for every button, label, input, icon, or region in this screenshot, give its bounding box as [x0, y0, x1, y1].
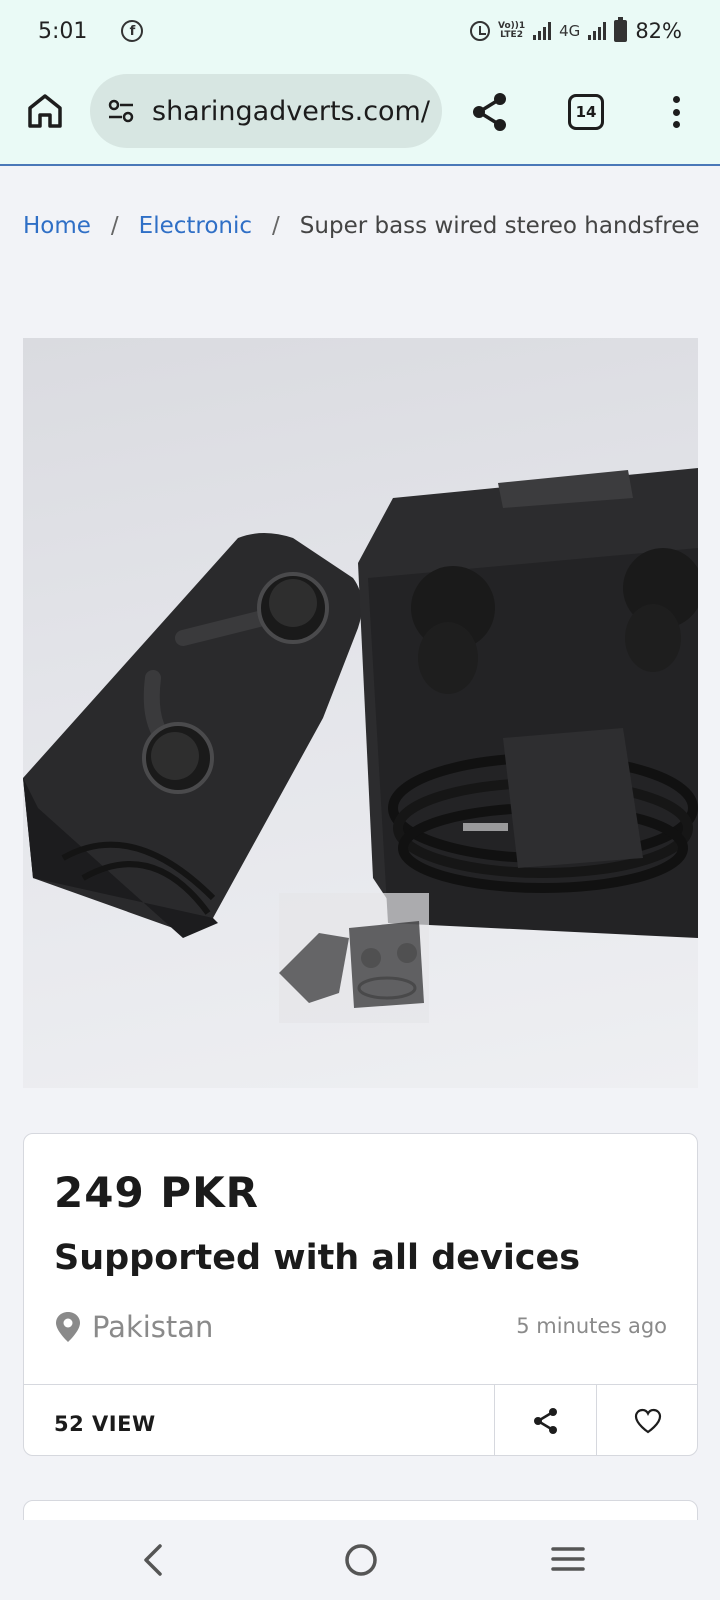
share-icon [533, 1407, 557, 1434]
listing-share-button[interactable] [494, 1385, 596, 1456]
listing-price: 249 PKR [54, 1168, 259, 1217]
view-count: 52 VIEW [54, 1412, 156, 1436]
volte-indicator: Vo))1 LTE2 [498, 22, 525, 40]
status-time: 5:01 [38, 18, 88, 44]
breadcrumb-separator: / [272, 213, 280, 239]
home-nav-button[interactable] [343, 1542, 379, 1578]
facebook-icon: f [121, 20, 144, 42]
overflow-menu-button[interactable] [664, 92, 688, 132]
image-thumbnail[interactable] [279, 893, 429, 1023]
favorite-button[interactable] [596, 1385, 698, 1456]
breadcrumb-current: Super bass wired stereo handsfree [299, 213, 700, 239]
breadcrumb-home[interactable]: Home [23, 213, 91, 239]
address-bar[interactable]: sharingadverts.com/ [90, 74, 442, 148]
signal-icon-2 [588, 22, 607, 40]
menu-dot [672, 121, 680, 128]
tab-count: 14 [575, 103, 597, 121]
listing-location: Pakistan [54, 1310, 213, 1344]
back-icon [144, 1544, 162, 1576]
listing-headline: Supported with all devices [54, 1238, 581, 1278]
browser-toolbar: sharingadverts.com/ 14 [0, 62, 720, 166]
menu-dot [672, 108, 680, 116]
recents-button[interactable] [550, 1544, 586, 1574]
share-icon [473, 93, 506, 131]
menu-dot [672, 96, 680, 103]
location-pin-icon [56, 1312, 80, 1342]
listing-info-card: 249 PKR Supported with all devices Pakis… [23, 1133, 698, 1456]
home-button[interactable] [24, 90, 66, 132]
posted-time: 5 minutes ago [516, 1314, 667, 1338]
location-text: Pakistan [92, 1310, 214, 1344]
volte-line2: LTE2 [500, 30, 523, 40]
breadcrumb-separator: / [110, 213, 119, 239]
url-text: sharingadverts.com/ [152, 95, 430, 127]
share-button[interactable] [470, 91, 510, 133]
network-type: 4G [559, 22, 581, 40]
thumbnail-illustration [279, 921, 424, 1008]
home-circle-icon [345, 1544, 377, 1576]
site-settings-icon[interactable] [106, 96, 136, 126]
home-icon [28, 94, 62, 128]
alarm-icon [469, 21, 490, 41]
breadcrumb-category[interactable]: Electronic [139, 213, 252, 239]
product-image[interactable] [23, 338, 698, 1088]
status-indicators: Vo))1 LTE2 4G 82% [469, 17, 682, 43]
status-bar: 5:01 f Vo))1 LTE2 4G 82% [0, 0, 720, 62]
tab-switcher-button[interactable]: 14 [568, 94, 604, 130]
signal-icon [533, 22, 552, 40]
battery-icon [614, 17, 628, 42]
heart-icon [634, 1408, 661, 1433]
breadcrumb: Home / Electronic / Super bass wired ste… [23, 213, 700, 239]
menu-lines-icon [551, 1547, 585, 1571]
back-button[interactable] [138, 1540, 168, 1580]
system-navigation-bar [0, 1520, 720, 1600]
battery-level: 82% [635, 19, 682, 43]
